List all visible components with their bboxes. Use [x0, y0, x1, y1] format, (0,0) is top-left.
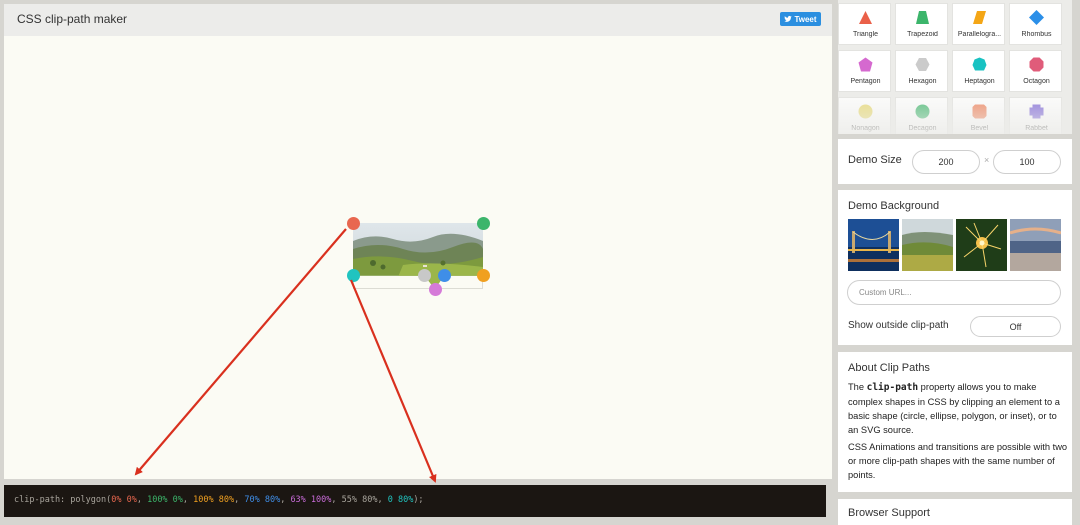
beach-thumb[interactable] [1010, 219, 1061, 271]
browser-support-title: Browser Support [848, 507, 930, 519]
shape-button-octagon[interactable]: Octagon [1009, 50, 1062, 92]
code-points: 0% 0%, 100% 0%, 100% 80%, 70% 80%, 63% 1… [111, 495, 413, 505]
pentagon-icon [858, 57, 873, 72]
hexagon-icon [915, 58, 930, 71]
demo-size-label: Demo Size [848, 154, 902, 166]
triangle-icon [859, 11, 872, 24]
shape-button-pentagon[interactable]: Pentagon [838, 50, 891, 92]
shape-label: Trapezoid [907, 31, 938, 38]
rhombus-icon [1029, 10, 1044, 25]
shape-picker: Triangle Trapezoid Parallelogra... Rhombus P… [838, 0, 1072, 134]
parallelogram-icon [973, 11, 986, 24]
shape-label: Parallelogra... [957, 31, 1002, 38]
shape-list-fade [838, 92, 1072, 134]
show-outside-label: Show outside clip-path [848, 320, 949, 331]
show-outside-toggle[interactable]: Off [970, 316, 1061, 337]
code-point: 100% 0% [147, 495, 183, 505]
shape-button-hexagon[interactable]: Hexagon [895, 50, 948, 92]
shape-button-rhombus[interactable]: Rhombus [1009, 3, 1062, 45]
code-point: 63% 100% [290, 495, 332, 505]
code-suffix: ); [413, 495, 424, 505]
clip-path-code: clip-path [866, 382, 919, 393]
sparkler-thumb[interactable] [956, 219, 1007, 271]
shape-label: Hexagon [908, 78, 937, 85]
tweet-button[interactable]: Tweet [780, 12, 821, 26]
demo-panel: CSS clip-path maker Tweet [4, 4, 832, 479]
heptagon-icon [972, 57, 987, 71]
page-title: CSS clip-path maker [17, 12, 128, 26]
demo-background-title: Demo Background [848, 200, 940, 212]
demo-height-input[interactable]: 100 [993, 150, 1061, 174]
custom-url-input[interactable]: Custom URL... [847, 280, 1061, 305]
code-point: 0% 0% [111, 495, 137, 505]
shape-button-parallelogra[interactable]: Parallelogra... [952, 3, 1005, 45]
shape-button-triangle[interactable]: Triangle [838, 3, 891, 45]
handle-right[interactable] [476, 268, 490, 282]
code-point: 0 80% [387, 495, 414, 505]
size-separator: × [984, 155, 990, 165]
shape-label: Triangle [852, 31, 879, 38]
code-separator: , [136, 495, 148, 505]
demo-size-card: Demo Size 200 × 100 [838, 139, 1072, 184]
shape-label: Octagon [1023, 78, 1050, 85]
about-card: About Clip Paths The clip-path property … [838, 352, 1072, 492]
demo-background-card: Demo Background Custom URL... Show outsi… [838, 190, 1072, 345]
code-separator: , [331, 495, 342, 505]
demo-width-input[interactable]: 200 [912, 150, 980, 174]
handle-inner-right[interactable] [437, 268, 451, 282]
shape-button-heptagon[interactable]: Heptagon [952, 50, 1005, 92]
handle-inner-left[interactable] [417, 268, 431, 282]
handle-top-right[interactable] [476, 216, 490, 230]
browser-support-card: Browser Support [838, 499, 1072, 525]
header-bar: CSS clip-path maker Tweet [4, 4, 832, 36]
shape-button-trapezoid[interactable]: Trapezoid [895, 3, 948, 45]
code-point: 55% 80% [341, 495, 378, 505]
code-separator: , [280, 495, 291, 505]
code-separator: , [377, 495, 388, 505]
twitter-bird-icon [784, 15, 793, 22]
countryside-thumb[interactable] [902, 219, 953, 271]
about-paragraph-1: The clip-path property allows you to mak… [848, 380, 1068, 437]
shape-label: Pentagon [850, 78, 881, 85]
octagon-icon [1029, 57, 1044, 72]
shape-label: Rhombus [1021, 31, 1052, 38]
handle-left[interactable] [346, 268, 360, 282]
code-separator: , [234, 495, 245, 505]
about-text: The [848, 382, 867, 392]
shape-label: Heptagon [964, 78, 995, 85]
code-prefix: clip-path: polygon( [14, 495, 112, 505]
handle-top-left[interactable] [346, 216, 360, 230]
code-point: 100% 80% [193, 495, 235, 505]
css-output-code[interactable]: clip-path: polygon(0% 0%, 100% 0%, 100% … [4, 485, 826, 517]
code-point: 70% 80% [244, 495, 281, 505]
tweet-label: Tweet [794, 14, 817, 24]
about-title: About Clip Paths [848, 362, 930, 374]
bridge-night-thumb[interactable] [848, 219, 899, 271]
code-separator: , [182, 495, 194, 505]
about-paragraph-2: CSS Animations and transitions are possi… [848, 442, 1068, 480]
handle-bottom[interactable] [428, 282, 442, 296]
trapezoid-icon [916, 11, 929, 24]
